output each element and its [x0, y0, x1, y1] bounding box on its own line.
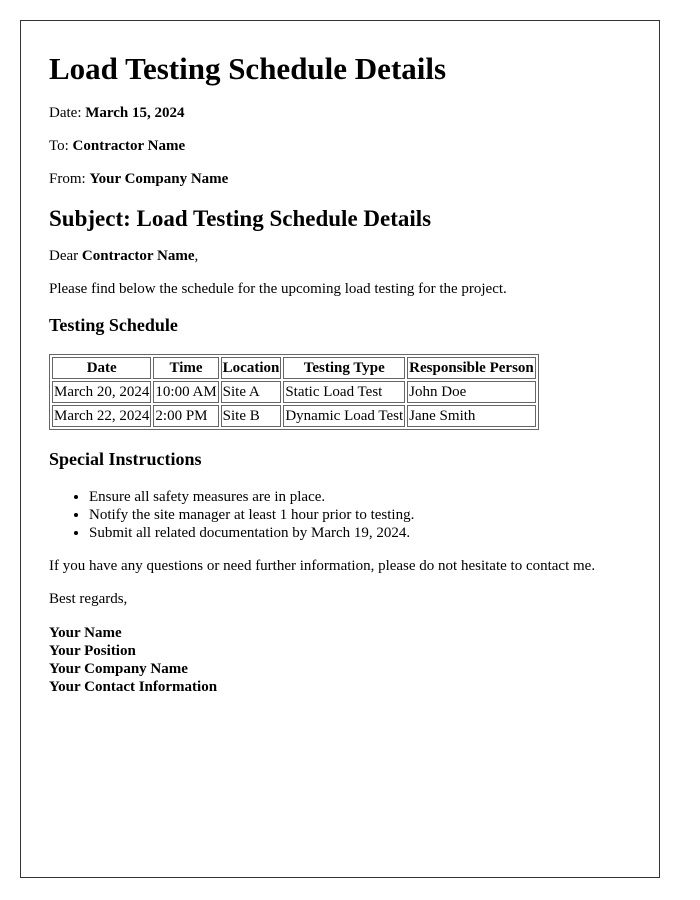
cell-responsible-person: John Doe [407, 381, 536, 403]
date-line: Date: March 15, 2024 [49, 105, 631, 122]
column-header-responsible-person: Responsible Person [407, 357, 536, 379]
greeting: Dear Contractor Name, [49, 248, 631, 265]
from-value: Your Company Name [89, 171, 229, 187]
cell-date: March 22, 2024 [52, 405, 152, 427]
closing-paragraph: If you have any questions or need furthe… [49, 558, 596, 574]
cell-testing-type: Static Load Test [283, 381, 406, 403]
instructions-heading: Special Instructions [49, 449, 202, 469]
column-header-testing-type: Testing Type [283, 357, 406, 379]
column-header-date: Date [52, 357, 152, 379]
table-row: March 20, 2024 10:00 AM Site A Static Lo… [52, 381, 536, 403]
from-label: From: [49, 171, 90, 187]
cell-date: March 20, 2024 [52, 381, 152, 403]
date-label: Date: [49, 105, 86, 121]
instructions-list: Ensure all safety measures are in place.… [49, 488, 631, 542]
signature-company: Your Company Name [49, 661, 188, 677]
signature-block: Your Name Your Position Your Company Nam… [49, 624, 631, 696]
signature-name: Your Name [49, 625, 122, 641]
cell-time: 2:00 PM [153, 405, 219, 427]
cell-testing-type: Dynamic Load Test [283, 405, 406, 427]
table-header-row: Date Time Location Testing Type Responsi… [52, 357, 536, 379]
list-item: Notify the site manager at least 1 hour … [89, 506, 631, 524]
list-item: Ensure all safety measures are in place. [89, 488, 631, 506]
cell-location: Site A [220, 381, 282, 403]
sign-off: Best regards, [49, 591, 128, 607]
to-value: Contractor Name [72, 138, 186, 154]
from-line: From: Your Company Name [49, 171, 631, 188]
cell-responsible-person: Jane Smith [407, 405, 536, 427]
schedule-table: Date Time Location Testing Type Responsi… [49, 354, 539, 430]
to-line: To: Contractor Name [49, 138, 631, 155]
signature-position: Your Position [49, 643, 136, 659]
signature-contact: Your Contact Information [49, 679, 218, 695]
intro-paragraph: Please find below the schedule for the u… [49, 281, 507, 297]
cell-location: Site B [220, 405, 282, 427]
page-title: Load Testing Schedule Details [49, 51, 447, 86]
greeting-name: Contractor Name [81, 248, 195, 264]
subject-heading: Subject: Load Testing Schedule Details [49, 206, 432, 231]
letter-container: Load Testing Schedule Details Date: Marc… [20, 20, 660, 878]
cell-time: 10:00 AM [153, 381, 219, 403]
column-header-time: Time [153, 357, 219, 379]
table-row: March 22, 2024 2:00 PM Site B Dynamic Lo… [52, 405, 536, 427]
column-header-location: Location [220, 357, 282, 379]
list-item: Submit all related documentation by Marc… [89, 524, 631, 542]
to-label: To: [49, 138, 73, 154]
schedule-heading: Testing Schedule [49, 315, 178, 335]
greeting-prefix: Dear [49, 248, 82, 264]
greeting-suffix: , [194, 248, 199, 264]
date-value: March 15, 2024 [85, 105, 185, 121]
